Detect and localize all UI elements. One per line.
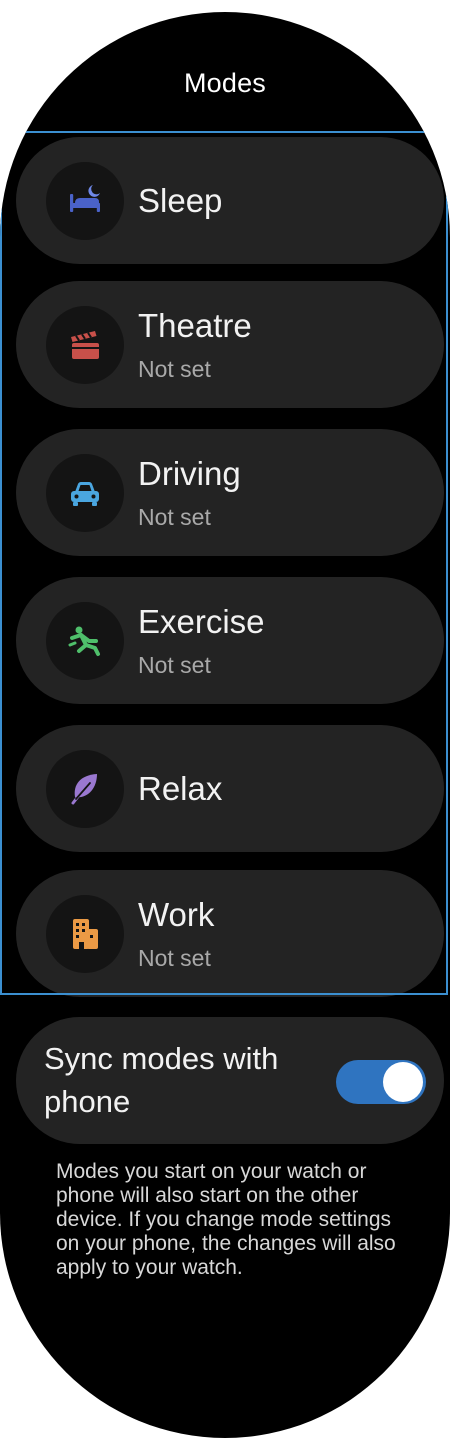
bed-moon-icon [70,184,100,212]
mode-item-exercise[interactable]: Exercise Not set [16,577,444,704]
mode-icon-container [46,749,124,828]
mode-icon-container [46,305,124,384]
mode-icon-container [46,161,124,240]
mode-text: Exercise Not set [138,602,265,680]
page-title: Modes [183,68,267,98]
mode-text: Driving Not set [138,454,241,532]
building-icon [73,918,98,949]
leaf-icon [71,773,97,804]
running-person-icon [68,626,100,656]
mode-icon-container [46,894,124,973]
car-icon [71,481,99,506]
mode-label: Driving [138,454,241,492]
mode-status: Not set [138,944,211,971]
mode-text: Relax [138,769,222,809]
clapperboard-icon [71,330,99,359]
mode-icon-container [46,453,124,532]
mode-label: Work [138,895,215,933]
mode-label: Sleep [138,181,223,219]
mode-status: Not set [138,651,211,678]
mode-text: Theatre Not set [138,306,252,384]
mode-label: Relax [138,769,223,807]
mode-item-sleep[interactable]: Sleep [16,137,444,264]
mode-icon-container [46,601,124,680]
mode-item-driving[interactable]: Driving Not set [16,429,444,556]
sync-modes-toggle[interactable] [336,1060,426,1104]
mode-label: Exercise [138,602,265,640]
sync-modes-card[interactable]: Sync modes with phone [16,1017,444,1144]
toggle-knob [383,1062,423,1102]
mode-text: Sleep [138,181,222,221]
mode-item-work[interactable]: Work Not set [16,870,444,997]
mode-status: Not set [138,355,211,382]
watch-screen: Modes Sleep Theatre Not set Driving Not … [0,12,450,1438]
mode-label: Theatre [138,306,252,344]
mode-text: Work Not set [138,895,214,973]
mode-status: Not set [138,503,211,530]
sync-modes-label: Sync modes with phone [44,1041,279,1119]
mode-item-relax[interactable]: Relax [16,725,444,852]
mode-item-theatre[interactable]: Theatre Not set [16,281,444,408]
sync-description: Modes you start on your watch or phone w… [56,1160,396,1279]
